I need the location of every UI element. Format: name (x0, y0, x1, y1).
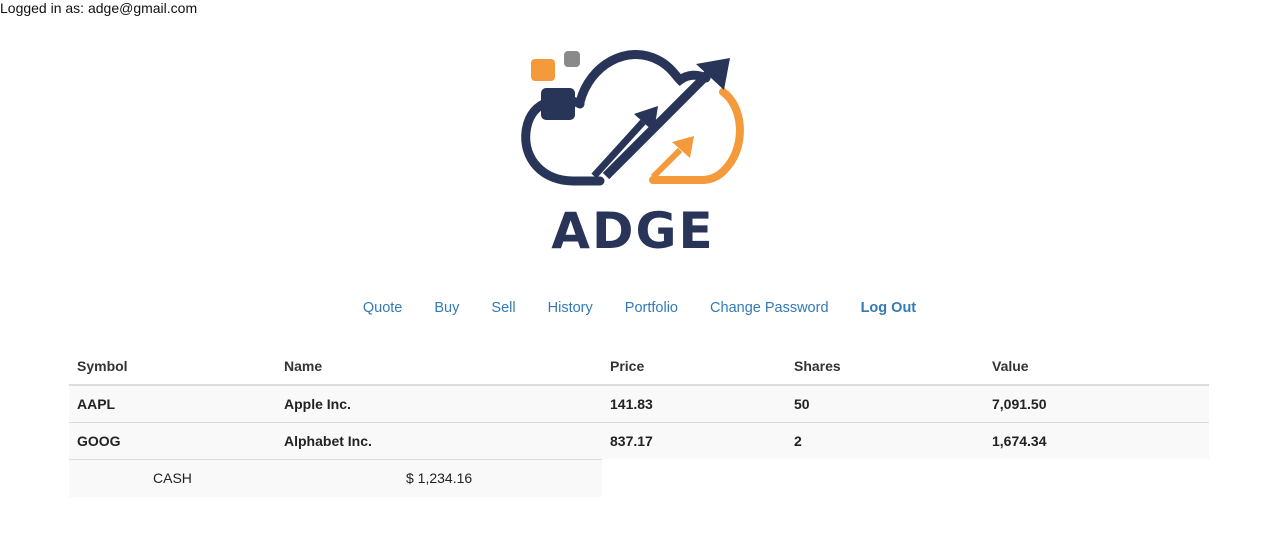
cash-label: CASH (153, 470, 192, 486)
header-symbol: Symbol (69, 347, 276, 386)
login-status: Logged in as: adge@gmail.com (0, 0, 198, 16)
cell-shares: 2 (786, 422, 984, 459)
cell-value: 7,091.50 (984, 384, 1209, 423)
cell-name: Alphabet Inc. (276, 422, 602, 459)
table-row: AAPL Apple Inc. 141.83 50 7,091.50 (69, 384, 1209, 423)
header-value: Value (984, 347, 1209, 386)
nav-portfolio-link[interactable]: Portfolio (625, 298, 678, 318)
nav-history-link[interactable]: History (548, 298, 593, 318)
cash-value: $ 1,234.16 (406, 470, 473, 486)
table-header-row: Symbol Name Price Shares Value (69, 347, 1209, 386)
cell-value: 1,674.34 (984, 422, 1209, 459)
cell-shares: 50 (786, 384, 984, 423)
nav-log-out-link[interactable]: Log Out (861, 298, 917, 318)
orange-square-icon (531, 59, 555, 81)
header-name: Name (276, 347, 602, 386)
cloud-rising-arrows-logo-icon (521, 50, 744, 186)
cell-symbol: GOOG (69, 422, 276, 459)
table-row: GOOG Alphabet Inc. 837.17 2 1,674.34 (69, 422, 1209, 459)
cell-price: 141.83 (602, 384, 786, 423)
cell-price: 837.17 (602, 422, 786, 459)
header-shares: Shares (786, 347, 984, 386)
gray-square-icon (564, 51, 580, 67)
nav-buy-link[interactable]: Buy (434, 298, 459, 318)
cash-row: CASH $ 1,234.16 (69, 459, 602, 497)
main-nav: Quote Buy Sell History Portfolio Change … (0, 298, 1279, 318)
nav-quote-link[interactable]: Quote (363, 298, 403, 318)
big-arrow-shaft (602, 70, 712, 180)
nav-sell-link[interactable]: Sell (491, 298, 515, 318)
header-price: Price (602, 347, 786, 386)
cell-symbol: AAPL (69, 384, 276, 423)
cell-name: Apple Inc. (276, 384, 602, 423)
portfolio-table: Symbol Name Price Shares Value AAPL Appl… (69, 347, 1209, 459)
brand-name: ADGE (551, 202, 715, 260)
orange-arrow-shaft (650, 147, 683, 180)
nav-change-password-link[interactable]: Change Password (710, 298, 829, 318)
